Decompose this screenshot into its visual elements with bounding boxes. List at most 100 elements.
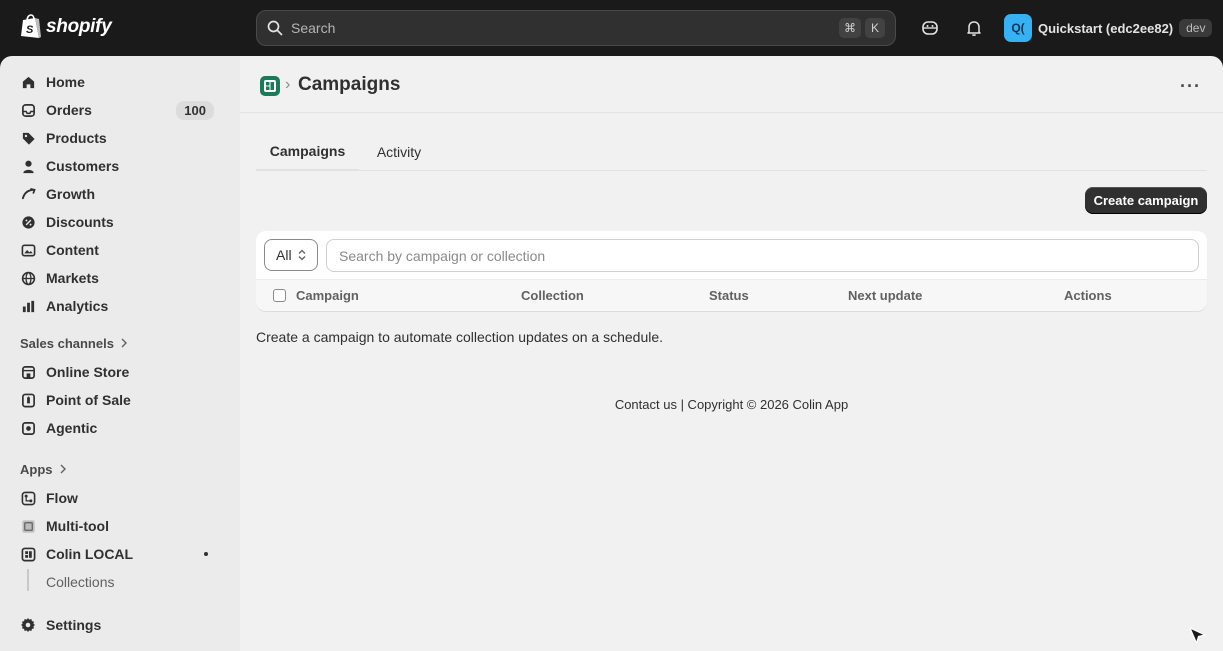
shortcut-k-key: K [865,18,885,38]
tab-label: Activity [376,143,422,160]
table-header-row: Campaign Collection Status Next update A… [256,279,1207,311]
sidebar-item-label: Flow [46,490,78,506]
sidebar-item-label: Colin LOCAL [46,546,134,562]
tree-connector [27,569,29,591]
multitool-icon [20,518,36,534]
sales-channels-heading[interactable]: Sales channels [20,336,128,351]
store-avatar: Q( [1004,14,1032,42]
select-chevron-icon [298,249,306,261]
sidebar-item-label: Content [46,242,99,258]
store-switcher[interactable]: Q( Quickstart (edc2ee82) dev [1004,14,1213,42]
home-icon [20,74,36,90]
inbox-icon [20,102,36,118]
sidebar-item-online-store[interactable]: Online Store [12,358,226,386]
sidebar-item-customers[interactable]: Customers [12,152,226,180]
pos-icon [20,392,36,408]
svg-text:S: S [26,24,34,36]
sidebar-item-label: Settings [46,617,102,633]
column-header-campaign[interactable]: Campaign [296,288,359,303]
flow-icon [20,490,36,506]
status-filter-select[interactable]: All [264,239,318,271]
more-actions-icon[interactable]: ··· [1180,76,1201,97]
mouse-cursor-icon [1188,626,1208,649]
filter-selected-value: All [276,247,292,263]
person-icon [20,158,36,174]
shopify-bag-icon: S [21,14,41,38]
main-content: › Campaigns ··· Campaigns Activity Creat… [240,56,1223,651]
sidebar: Home Orders 100 Products Customers Growt… [0,56,240,651]
chevron-right-icon [120,336,128,351]
sidebar-item-label: Discounts [46,214,114,230]
tag-icon [20,130,36,146]
sidebar-item-orders[interactable]: Orders 100 [12,96,226,124]
campaigns-table-card: All Campaign Collection Status Next upda… [256,231,1207,311]
sidebar-item-markets[interactable]: Markets [12,264,226,292]
gear-icon [20,617,36,633]
sidebar-item-label: Orders [46,102,92,118]
content-icon [20,242,36,258]
tab-activity[interactable]: Activity [359,132,439,171]
sidebar-item-label: Customers [46,158,120,174]
bell-icon[interactable] [962,16,986,40]
chevron-right-icon [59,462,67,477]
shortcut-cmd-key: ⌘ [839,18,861,38]
sidebar-item-colin-local[interactable]: Colin LOCAL [12,540,226,568]
sidebar-item-settings[interactable]: Settings [12,611,226,639]
sidebar-item-discounts[interactable]: Discounts [12,208,226,236]
sidebar-item-label: Products [46,130,107,146]
sidebar-item-label: Markets [46,270,99,286]
store-icon [20,364,36,380]
search-label: Search [291,20,336,36]
sidebar-item-label: Analytics [46,298,109,314]
footer-text: Contact us | Copyright © 2026 Colin App [614,397,849,412]
section-heading-label: Sales channels [20,336,114,351]
column-header-status[interactable]: Status [709,288,749,303]
column-header-actions: Actions [1064,288,1112,303]
globe-icon [20,270,36,286]
campaign-search-input[interactable] [326,239,1199,272]
sidebar-item-point-of-sale[interactable]: Point of Sale [12,386,226,414]
tab-campaigns[interactable]: Campaigns [256,132,359,171]
global-search[interactable]: Search ⌘ K [256,10,896,46]
colin-app-icon [20,546,36,562]
shopify-logo[interactable]: S shopify [20,14,112,40]
sidebar-subitem-collections[interactable]: Collections [46,574,114,590]
apps-heading[interactable]: Apps [20,462,67,477]
sidebar-item-label: Online Store [46,364,130,380]
sidebar-item-products[interactable]: Products [12,124,226,152]
column-header-next-update[interactable]: Next update [848,288,922,303]
brand-name: shopify [46,16,112,37]
sidebar-item-agentic[interactable]: Agentic [12,414,226,442]
agentic-icon [20,420,36,436]
sidebar-item-label: Growth [46,186,95,202]
sidebar-item-multi-tool[interactable]: Multi-tool [12,512,226,540]
page-header: › Campaigns ··· [240,56,1223,113]
store-name: Quickstart (edc2ee82) [1038,20,1174,36]
sidebar-item-label: Agentic [46,420,98,436]
sidebar-item-flow[interactable]: Flow [12,484,226,512]
create-campaign-button[interactable]: Create campaign [1085,187,1207,214]
tab-bar: Campaigns Activity [256,132,1207,171]
sidebar-item-label: Multi-tool [46,518,109,534]
search-icon [267,20,283,36]
orders-count-badge: 100 [176,100,214,120]
sidebar-item-label: Home [46,74,85,90]
column-header-collection[interactable]: Collection [521,288,584,303]
top-bar: S shopify Search ⌘ K Q( Quickstart (edc2… [0,0,1223,56]
empty-state-message: Create a campaign to automate collection… [256,329,664,345]
colin-app-icon[interactable] [260,76,280,96]
dev-badge: dev [1179,19,1213,37]
tab-label: Campaigns [269,142,346,159]
select-all-checkbox[interactable] [273,289,286,302]
growth-icon [20,186,36,202]
sidebar-item-analytics[interactable]: Analytics [12,292,226,320]
active-dot-icon [204,552,208,556]
discount-icon [20,214,36,230]
sidebar-item-home[interactable]: Home [12,68,226,96]
page-title: Campaigns [298,74,401,95]
sidekick-icon[interactable] [918,16,942,40]
sidebar-item-label: Point of Sale [46,392,131,408]
sidebar-item-growth[interactable]: Growth [12,180,226,208]
sidebar-item-content[interactable]: Content [12,236,226,264]
chart-icon [20,298,36,314]
